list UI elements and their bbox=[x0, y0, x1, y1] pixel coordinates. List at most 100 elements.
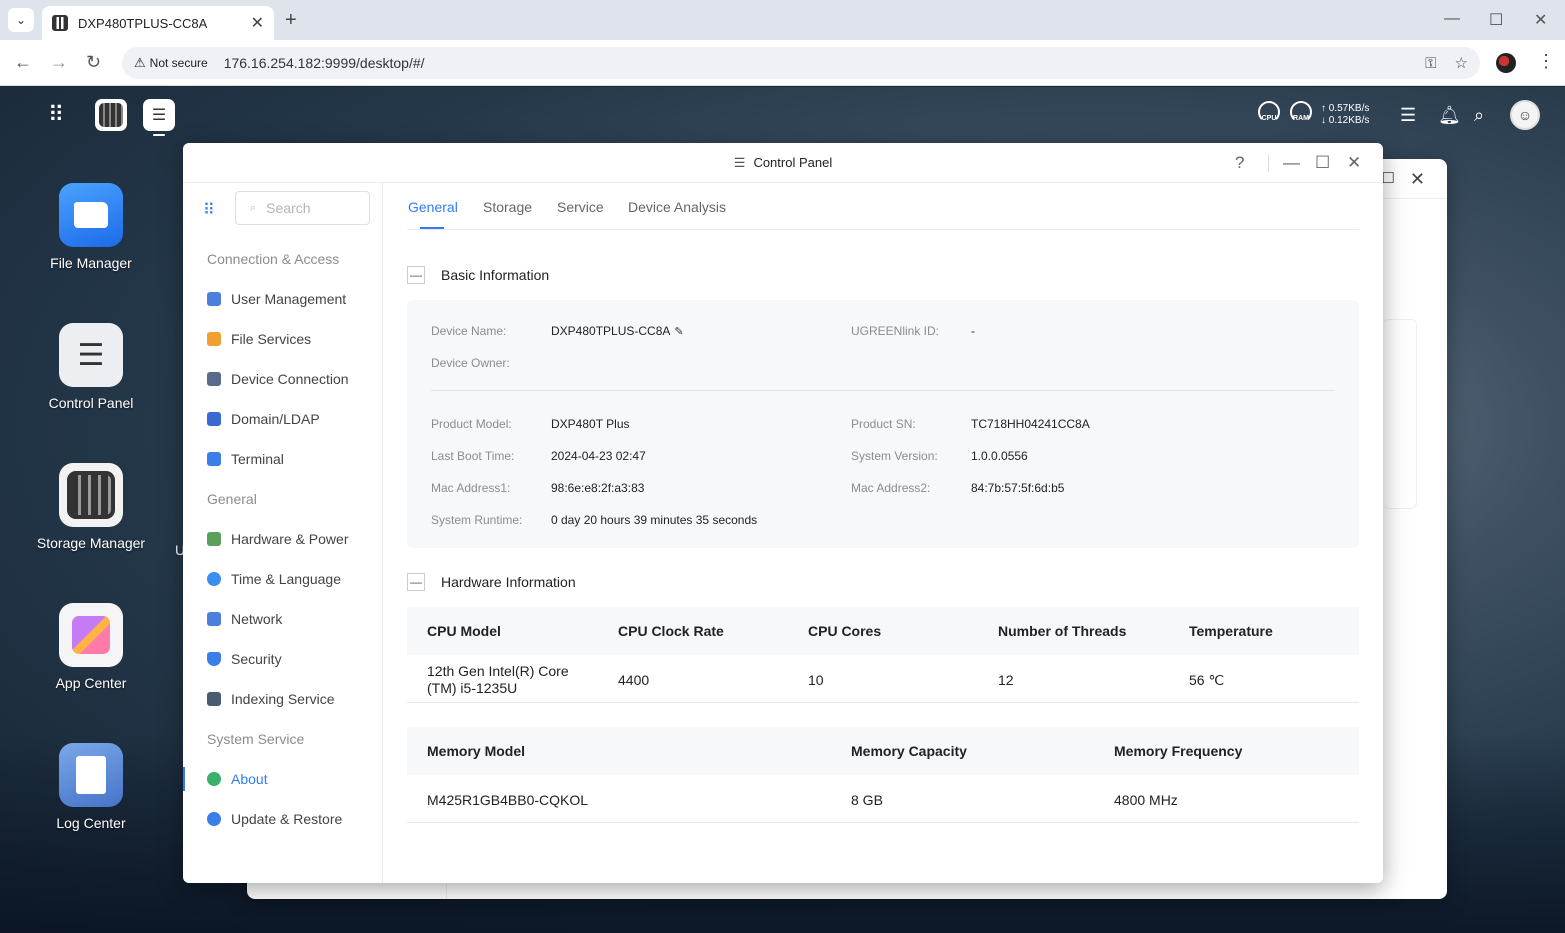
help-button[interactable]: ? bbox=[1235, 153, 1244, 173]
storage-manager-taskbar-icon[interactable] bbox=[95, 99, 127, 131]
profile-avatar[interactable] bbox=[1496, 53, 1516, 73]
browser-menu-icon[interactable]: ⋮ bbox=[1537, 51, 1555, 72]
sidebar-item-indexing-service[interactable]: Indexing Service bbox=[183, 679, 382, 719]
nas-desktop: ⠿ ☰ CPU RAM ↑ 0.57KB/s ↓ 0.12KB/s ☰ 🔔︎ ⌕… bbox=[0, 87, 1565, 933]
mac1-row: Mac Address1: 98:6e:e8:2f:a3:83 bbox=[431, 481, 644, 495]
address-bar[interactable]: ⚠ Not secure 176.16.254.182:9999/desktop/… bbox=[122, 47, 1480, 79]
threads-value: 12 bbox=[998, 672, 1014, 688]
last-boot-row: Last Boot Time: 2024-04-23 02:47 bbox=[431, 449, 646, 463]
product-model-label: Product Model: bbox=[431, 417, 512, 431]
back-button[interactable]: ← bbox=[14, 52, 32, 73]
background-sidebar-edge bbox=[247, 884, 447, 899]
tab-storage[interactable]: Storage bbox=[483, 199, 532, 215]
cpu-cores-value: 10 bbox=[808, 672, 824, 688]
sidebar-item-label: Time & Language bbox=[231, 571, 341, 587]
column-header: CPU Clock Rate bbox=[618, 623, 724, 639]
search-icon[interactable]: ⌕ bbox=[1474, 105, 1484, 126]
collapse-icon[interactable]: — bbox=[407, 266, 425, 284]
background-card bbox=[1383, 319, 1417, 509]
task-list-icon[interactable]: ☰ bbox=[1400, 105, 1416, 126]
minimize-window-button[interactable]: — bbox=[1444, 10, 1460, 28]
desktop-icon-log-center[interactable]: Log Center bbox=[30, 743, 152, 831]
apps-grid-icon[interactable]: ⠿ bbox=[203, 200, 215, 220]
reload-button[interactable]: ↻ bbox=[86, 52, 101, 73]
maximize-button[interactable]: ☐ bbox=[1315, 153, 1330, 173]
search-input[interactable] bbox=[266, 200, 357, 216]
desktop-icon-file-manager[interactable]: File Manager bbox=[30, 183, 152, 271]
collapse-icon[interactable]: — bbox=[407, 573, 425, 591]
warning-icon: ⚠ bbox=[134, 55, 146, 70]
sidebar-item-terminal[interactable]: Terminal bbox=[183, 439, 382, 479]
device-name-label: Device Name: bbox=[431, 324, 507, 338]
about-tabs: General Storage Service Device Analysis bbox=[407, 183, 1359, 230]
apps-grid-icon[interactable]: ⠿ bbox=[40, 99, 72, 131]
maximize-window-button[interactable]: ☐ bbox=[1489, 10, 1503, 30]
control-panel-taskbar-icon[interactable]: ☰ bbox=[143, 99, 175, 131]
sidebar-item-hardware-power[interactable]: Hardware & Power bbox=[183, 519, 382, 559]
ugreenlink-label: UGREENlink ID: bbox=[851, 324, 940, 338]
star-icon[interactable]: ☆ bbox=[1455, 54, 1468, 72]
minimize-button[interactable]: — bbox=[1283, 153, 1300, 173]
desktop-icon-label: Storage Manager bbox=[36, 535, 146, 551]
bell-icon[interactable]: 🔔︎ bbox=[1438, 105, 1461, 126]
sidebar-item-label: About bbox=[231, 771, 268, 787]
cpu-gauge-icon[interactable]: CPU bbox=[1256, 101, 1282, 127]
device-name-row: Device Name: DXP480TPLUS-CC8A ✎ bbox=[431, 324, 684, 338]
browser-tab[interactable]: DXP480TPLUS-CC8A ✕ bbox=[42, 6, 274, 40]
desktop-icon-control-panel[interactable]: ☰ Control Panel bbox=[30, 323, 152, 411]
system-version-row: System Version: 1.0.0.0556 bbox=[851, 449, 1028, 463]
sidebar-item-about[interactable]: About bbox=[183, 759, 382, 799]
close-tab-icon[interactable]: ✕ bbox=[251, 13, 264, 33]
sidebar-item-time-language[interactable]: Time & Language bbox=[183, 559, 382, 599]
tab-search-button[interactable]: ⌄ bbox=[8, 8, 34, 32]
new-tab-button[interactable]: + bbox=[285, 9, 297, 32]
cpu-model-value: 12th Gen Intel(R) Core (TM) i5-1235U bbox=[427, 663, 569, 696]
mac2-row: Mac Address2: 84:7b:57:5f:6d:b5 bbox=[851, 481, 1064, 495]
url-text[interactable]: 176.16.254.182:9999/desktop/#/ bbox=[224, 55, 1407, 71]
tab-service[interactable]: Service bbox=[557, 199, 604, 215]
tab-general[interactable]: General bbox=[408, 199, 458, 215]
sidebar-group-connection: Connection & Access bbox=[207, 251, 340, 267]
section-title: Hardware Information bbox=[441, 574, 576, 590]
control-panel-window: ☰ Control Panel ? — ☐ ✕ ⠿ ⌕ Connection &… bbox=[183, 143, 1383, 883]
security-chip[interactable]: ⚠ Not secure bbox=[134, 55, 208, 71]
close-window-button[interactable]: ✕ bbox=[1534, 10, 1547, 30]
tab-device-analysis[interactable]: Device Analysis bbox=[628, 199, 726, 215]
desktop-icon-app-center[interactable]: App Center bbox=[30, 603, 152, 691]
desktop-icon-storage-manager[interactable]: Storage Manager bbox=[30, 463, 152, 551]
ram-gauge-icon[interactable]: RAM bbox=[1288, 101, 1314, 127]
close-icon[interactable]: ✕ bbox=[1410, 169, 1425, 190]
sidebar-item-network[interactable]: Network bbox=[183, 599, 382, 639]
sidebar-item-file-services[interactable]: File Services bbox=[183, 319, 382, 359]
active-tab-indicator bbox=[420, 227, 444, 229]
pencil-icon[interactable]: ✎ bbox=[674, 326, 683, 338]
control-panel-titlebar: ☰ Control Panel bbox=[183, 143, 1383, 183]
key-icon[interactable]: ⚿ bbox=[1425, 55, 1436, 72]
product-model-row: Product Model: DXP480T Plus bbox=[431, 417, 630, 431]
log-icon bbox=[59, 743, 123, 807]
network-speed[interactable]: ↑ 0.57KB/s ↓ 0.12KB/s bbox=[1321, 103, 1369, 127]
sidebar-item-label: Network bbox=[231, 611, 283, 627]
desktop-icon-label: File Manager bbox=[50, 255, 132, 271]
hardware-information-header[interactable]: — Hardware Information bbox=[407, 573, 576, 591]
user-avatar[interactable]: ☺ bbox=[1510, 100, 1540, 130]
security-label: Not secure bbox=[149, 56, 208, 70]
last-boot-label: Last Boot Time: bbox=[431, 449, 515, 463]
close-button[interactable]: ✕ bbox=[1347, 153, 1361, 173]
temperature-value: 56 ℃ bbox=[1189, 672, 1225, 688]
sidebar-item-label: Hardware & Power bbox=[231, 531, 349, 547]
sync-icon bbox=[207, 812, 221, 826]
maximize-icon[interactable]: ☐ bbox=[1382, 169, 1395, 187]
sidebar-item-user-management[interactable]: User Management bbox=[183, 279, 382, 319]
sidebar-item-update-restore[interactable]: Update & Restore bbox=[183, 799, 382, 839]
ram-label: RAM bbox=[1293, 115, 1309, 122]
forward-button[interactable]: → bbox=[50, 52, 68, 73]
sidebar-item-security[interactable]: Security bbox=[183, 639, 382, 679]
search-box[interactable]: ⌕ bbox=[235, 191, 370, 225]
sidebar-item-domain-ldap[interactable]: Domain/LDAP bbox=[183, 399, 382, 439]
sidebar-item-label: User Management bbox=[231, 291, 347, 307]
basic-information-header[interactable]: — Basic Information bbox=[407, 266, 549, 284]
folder-icon bbox=[207, 332, 221, 346]
device-icon bbox=[207, 372, 221, 386]
sidebar-item-device-connection[interactable]: Device Connection bbox=[183, 359, 382, 399]
